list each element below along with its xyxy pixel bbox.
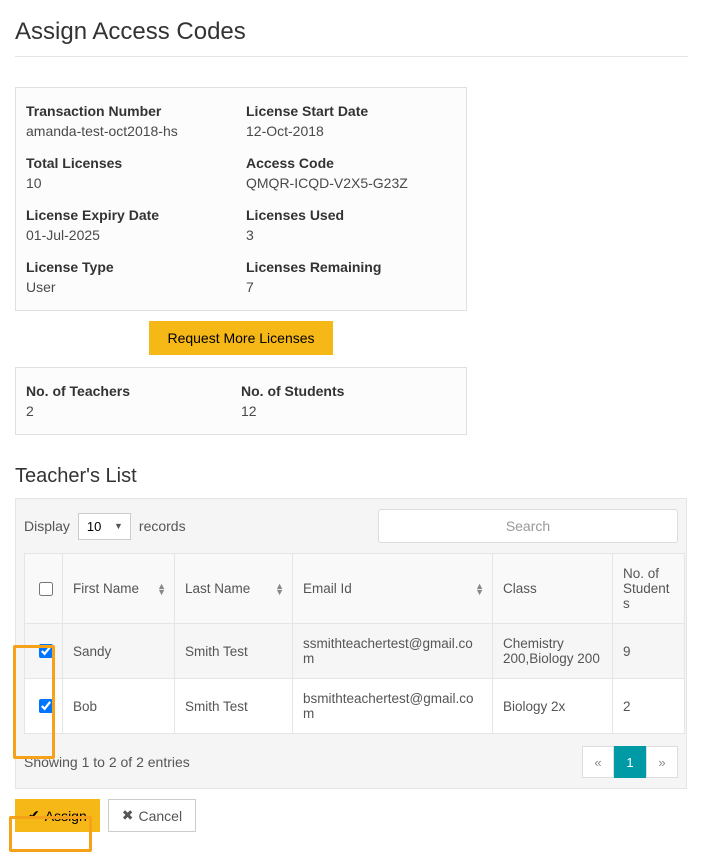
cell-class: Chemistry 200,Biology 200 [493,624,613,679]
expiry-value: 01-Jul-2025 [26,227,236,243]
header-first-name-label: First Name [73,581,139,596]
total-licenses-value: 10 [26,175,236,191]
access-code-field: Access Code QMQR-ICQD-V2X5-G23Z [246,155,456,191]
cancel-button[interactable]: ✖ Cancel [108,799,196,832]
request-more-button[interactable]: Request More Licenses [149,321,332,355]
cell-num-students: 9 [613,624,685,679]
row-checkbox[interactable] [39,644,53,658]
start-date-label: License Start Date [246,103,456,119]
teachers-count-field: No. of Teachers 2 [26,383,241,419]
cell-email: ssmithteachertest@gmail.com [293,624,493,679]
cell-first-name: Bob [63,679,175,734]
showing-text: Showing 1 to 2 of 2 entries [24,754,190,770]
remain-label: Licenses Remaining [246,259,456,275]
type-value: User [26,279,236,295]
sort-icon: ▲▼ [475,583,484,595]
table-row: Sandy Smith Test ssmithteachertest@gmail… [25,624,685,679]
sort-icon: ▲▼ [275,583,284,595]
cancel-label: Cancel [139,808,183,824]
type-label: License Type [26,259,236,275]
search-input[interactable] [378,509,678,543]
students-count-field: No. of Students 12 [241,383,456,419]
license-panel: Transaction Number amanda-test-oct2018-h… [15,87,467,311]
sort-icon: ▲▼ [157,583,166,595]
cell-email: bsmithteachertest@gmail.com [293,679,493,734]
header-num-students: No. of Students [613,554,685,624]
total-licenses-label: Total Licenses [26,155,236,171]
start-date-value: 12-Oct-2018 [246,123,456,139]
header-checkbox-cell [25,554,63,624]
cell-class: Biology 2x [493,679,613,734]
expiry-field: License Expiry Date 01-Jul-2025 [26,207,236,243]
access-code-label: Access Code [246,155,456,171]
students-count-label: No. of Students [241,383,456,399]
transaction-label: Transaction Number [26,103,236,119]
display-control: Display 10 records [24,513,186,540]
header-last-name[interactable]: Last Name ▲▼ [175,554,293,624]
used-label: Licenses Used [246,207,456,223]
cell-first-name: Sandy [63,624,175,679]
used-field: Licenses Used 3 [246,207,456,243]
assign-label: Assign [45,808,87,824]
expiry-label: License Expiry Date [26,207,236,223]
header-email-label: Email Id [303,581,352,596]
teachers-count-value: 2 [26,403,241,419]
header-email[interactable]: Email Id ▲▼ [293,554,493,624]
display-label: Display [24,518,70,534]
page-next-button[interactable]: » [646,746,678,778]
students-count-value: 12 [241,403,456,419]
header-class-label: Class [503,581,537,596]
teachers-table: First Name ▲▼ Last Name ▲▼ Email Id ▲▼ C… [24,553,685,734]
cell-last-name: Smith Test [175,679,293,734]
header-first-name[interactable]: First Name ▲▼ [63,554,175,624]
row-checkbox[interactable] [39,699,53,713]
remain-value: 7 [246,279,456,295]
transaction-value: amanda-test-oct2018-hs [26,123,236,139]
pagination: « 1 » [582,746,678,778]
divider [15,56,688,57]
records-select[interactable]: 10 [78,513,131,540]
access-code-value: QMQR-ICQD-V2X5-G23Z [246,175,456,191]
counts-panel: No. of Teachers 2 No. of Students 12 [15,367,467,435]
records-label: records [139,518,186,534]
teachers-count-label: No. of Teachers [26,383,241,399]
total-licenses-field: Total Licenses 10 [26,155,236,191]
remain-field: Licenses Remaining 7 [246,259,456,295]
type-field: License Type User [26,259,236,295]
page-title: Assign Access Codes [15,18,688,46]
table-row: Bob Smith Test bsmithteachertest@gmail.c… [25,679,685,734]
transaction-field: Transaction Number amanda-test-oct2018-h… [26,103,236,139]
used-value: 3 [246,227,456,243]
cell-last-name: Smith Test [175,624,293,679]
check-icon: ✔ [28,807,40,824]
header-last-name-label: Last Name [185,581,250,596]
select-all-checkbox[interactable] [39,582,53,596]
teachers-table-panel: Display 10 records First Name ▲▼ Last [15,498,687,789]
header-class: Class [493,554,613,624]
close-icon: ✖ [122,807,134,824]
start-date-field: License Start Date 12-Oct-2018 [246,103,456,139]
page-number-button[interactable]: 1 [614,746,646,778]
cell-num-students: 2 [613,679,685,734]
teachers-list-heading: Teacher's List [15,465,688,488]
page-prev-button[interactable]: « [582,746,614,778]
assign-button[interactable]: ✔ Assign [15,799,100,832]
header-num-students-label: No. of Students [623,566,670,611]
